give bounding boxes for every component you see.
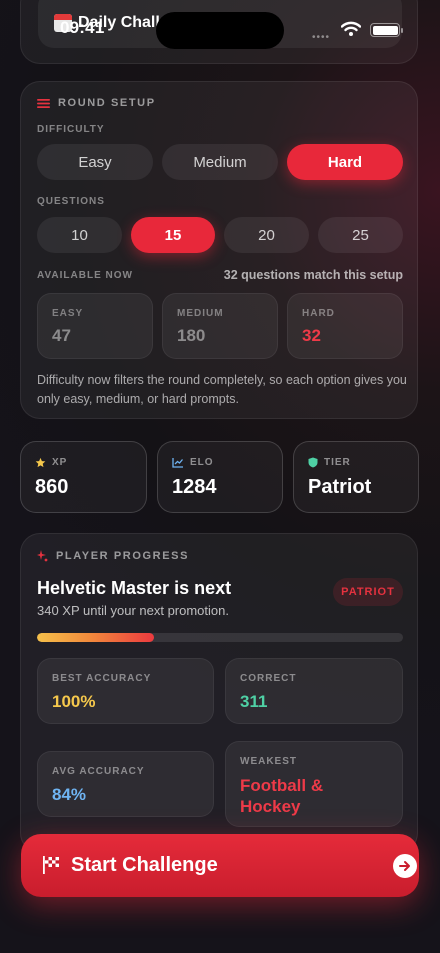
- tier-badge: PATRIOT: [333, 578, 403, 606]
- count-hard-label: HARD: [302, 308, 335, 319]
- avg-accuracy-box: AVG ACCURACY 84%: [37, 751, 214, 817]
- avg-accuracy-value: 84%: [52, 785, 87, 804]
- count-medium-label: MEDIUM: [177, 308, 224, 319]
- count-hard-box: HARD 32: [287, 293, 403, 359]
- star-icon: [35, 457, 46, 468]
- questions-label: QUESTIONS: [37, 196, 105, 207]
- match-count-text: 32 questions match this setup: [223, 268, 403, 282]
- questions-20-button[interactable]: 20: [224, 217, 309, 253]
- sparkle-icon: [37, 550, 48, 562]
- difficulty-hard-button[interactable]: Hard: [287, 144, 403, 180]
- count-easy-box: EASY 47: [37, 293, 153, 359]
- screen: Daily Chall 09:41 •••• ROUND SETUP DIFFI…: [0, 0, 440, 953]
- xp-metric-label: XP: [52, 457, 68, 468]
- xp-remaining-text: 340 XP until your next promotion.: [37, 603, 229, 618]
- elo-metric-label: ELO: [190, 457, 214, 468]
- wifi-icon: [341, 21, 361, 36]
- round-setup-title: ROUND SETUP: [58, 97, 156, 109]
- difficulty-note: Difficulty now filters the round complet…: [37, 373, 407, 406]
- questions-10-button[interactable]: 10: [37, 217, 122, 253]
- weakest-value: Football & Hockey: [240, 776, 324, 816]
- correct-value: 311: [240, 692, 268, 711]
- signal-dots-icon: ••••: [312, 32, 331, 43]
- elo-metric-label-row: ELO: [172, 457, 214, 468]
- count-hard-value: 32: [302, 326, 321, 345]
- best-accuracy-value: 100%: [52, 692, 96, 711]
- elo-metric-value: 1284: [172, 476, 217, 498]
- questions-15-button[interactable]: 15: [131, 217, 215, 253]
- count-medium-value: 180: [177, 326, 206, 345]
- available-now-label: AVAILABLE NOW: [37, 270, 133, 281]
- avg-accuracy-label: AVG ACCURACY: [52, 766, 145, 777]
- elo-metric-card: ELO 1284: [157, 441, 283, 513]
- count-medium-box: MEDIUM 180: [162, 293, 278, 359]
- difficulty-medium-button[interactable]: Medium: [162, 144, 278, 180]
- dynamic-island: [156, 12, 284, 49]
- count-easy-value: 47: [52, 326, 71, 345]
- start-challenge-button[interactable]: Start Challenge: [21, 834, 419, 897]
- weakest-box: WEAKEST Football & Hockey: [225, 741, 403, 827]
- best-accuracy-box: BEST ACCURACY 100%: [37, 658, 214, 724]
- progress-bar: [37, 633, 403, 642]
- difficulty-easy-button[interactable]: Easy: [37, 144, 153, 180]
- xp-metric-value: 860: [35, 476, 69, 498]
- player-progress-heading: PLAYER PROGRESS: [37, 550, 189, 562]
- shield-icon: [308, 457, 318, 468]
- round-setup-heading: ROUND SETUP: [37, 97, 156, 109]
- xp-metric-label-row: XP: [35, 457, 67, 468]
- next-tier-headline: Helvetic Master is next: [37, 578, 232, 598]
- questions-25-button[interactable]: 25: [318, 217, 403, 253]
- tier-metric-label: TIER: [324, 457, 351, 468]
- difficulty-label: DIFFICULTY: [37, 124, 105, 135]
- best-accuracy-label: BEST ACCURACY: [52, 673, 152, 684]
- weakest-label: WEAKEST: [240, 756, 297, 767]
- count-easy-label: EASY: [52, 308, 84, 319]
- player-progress-title: PLAYER PROGRESS: [56, 550, 190, 562]
- tier-metric-card: TIER Patriot: [293, 441, 419, 513]
- correct-label: CORRECT: [240, 673, 297, 684]
- tier-metric-value: Patriot: [308, 476, 372, 498]
- start-challenge-label: Start Challenge: [71, 854, 218, 876]
- correct-box: CORRECT 311: [225, 658, 403, 724]
- checkered-flag-icon: [43, 856, 59, 874]
- arrow-right-icon: [393, 854, 417, 878]
- tier-metric-label-row: TIER: [308, 457, 351, 468]
- battery-icon: [370, 23, 403, 37]
- sliders-icon: [37, 98, 50, 108]
- xp-metric-card: XP 860: [20, 441, 147, 513]
- chart-line-icon: [172, 458, 183, 468]
- progress-bar-fill: [37, 633, 155, 642]
- status-time: 09:41: [60, 18, 105, 37]
